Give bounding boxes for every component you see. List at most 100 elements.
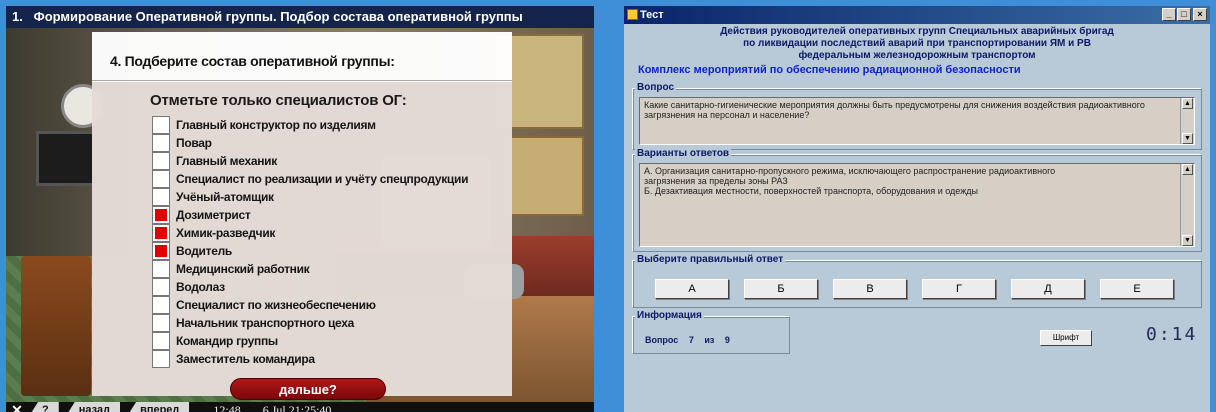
scroll-up-icon[interactable]: ▲	[1182, 98, 1193, 109]
option-item[interactable]: Химик-разведчик	[152, 224, 468, 242]
checkbox-mark-icon	[155, 209, 167, 221]
option-item[interactable]: Учёный-атомщик	[152, 188, 468, 206]
checkbox-mark-icon	[155, 227, 167, 239]
scene-chair	[21, 256, 91, 396]
progress-label: Вопрос	[645, 335, 679, 345]
option-label: Химик-разведчик	[176, 226, 276, 240]
progress-total: 9	[724, 335, 730, 345]
instruction-text: Отметьте только специалистов ОГ:	[150, 92, 407, 109]
option-checkbox[interactable]	[152, 134, 170, 152]
option-item[interactable]: Медицинский работник	[152, 260, 468, 278]
info-group: Информация Вопрос 7 из 9	[632, 310, 790, 354]
window-titlebar: Тест _ □ ×	[624, 6, 1210, 24]
option-checkbox[interactable]	[152, 296, 170, 314]
window-title: Тест	[640, 9, 664, 21]
countdown-timer: 0:14	[1146, 324, 1198, 345]
minimize-icon[interactable]: _	[1162, 8, 1176, 21]
option-label: Водолаз	[176, 280, 225, 294]
question-group: Вопрос Какие санитарно-гигиенические мер…	[632, 82, 1202, 150]
question-progress: Вопрос 7 из 9	[645, 335, 738, 345]
question-card: 4. Подберите состав оперативной группы: …	[92, 32, 512, 396]
font-button[interactable]: Шрифт	[1040, 330, 1092, 346]
header-line: по ликвидации последствий аварий при тра…	[743, 38, 1091, 49]
option-item[interactable]: Заместитель командира	[152, 350, 468, 368]
info-group-title: Информация	[635, 310, 704, 321]
test-window: Тест _ □ × Действия руководителей операт…	[624, 6, 1210, 412]
option-label: Медицинский работник	[176, 262, 310, 276]
option-item[interactable]: Главный конструктор по изделиям	[152, 116, 468, 134]
option-checkbox[interactable]	[152, 152, 170, 170]
choose-answer-title: Выберите правильный ответ	[635, 254, 786, 265]
option-item[interactable]: Главный механик	[152, 152, 468, 170]
question-scrollbar[interactable]: ▲ ▼	[1180, 98, 1194, 144]
option-checkbox[interactable]	[152, 188, 170, 206]
option-label: Заместитель командира	[176, 352, 315, 366]
test-header: Действия руководителей оперативных групп…	[624, 26, 1210, 62]
option-label: Командир группы	[176, 334, 278, 348]
option-item[interactable]: Специалист по жизнеобеспечению	[152, 296, 468, 314]
divider	[92, 80, 512, 81]
lesson-title: Формирование Оперативной группы. Подбор …	[33, 9, 523, 24]
header-line: Действия руководителей оперативных групп…	[720, 26, 1114, 37]
maximize-icon[interactable]: □	[1177, 8, 1191, 21]
option-checkbox[interactable]	[152, 278, 170, 296]
option-item[interactable]: Начальник транспортного цеха	[152, 314, 468, 332]
option-item[interactable]: Специалист по реализации и учёту спецпро…	[152, 170, 468, 188]
answer-buttons-row: А Б В Г Д Е	[655, 279, 1174, 299]
close-icon[interactable]: ✕	[6, 402, 28, 412]
back-button[interactable]: назад	[64, 402, 121, 412]
forward-button[interactable]: вперед	[126, 402, 190, 412]
section-title: Комплекс мероприятий по обеспечению ради…	[638, 64, 1021, 76]
option-checkbox[interactable]	[152, 224, 170, 242]
training-scene-panel: 1. Формирование Оперативной группы. Подб…	[6, 6, 594, 412]
specialist-options-list: Главный конструктор по изделиям Повар Глав…	[152, 116, 468, 368]
scroll-up-icon[interactable]: ▲	[1182, 164, 1193, 175]
progress-of: из	[704, 335, 715, 345]
option-label: Дозиметрист	[176, 208, 251, 222]
answer-button-d[interactable]: Д	[1011, 279, 1085, 299]
answer-line: А. Организация санитарно-пропускного реж…	[644, 166, 1056, 176]
option-item[interactable]: Дозиметрист	[152, 206, 468, 224]
option-checkbox[interactable]	[152, 332, 170, 350]
question-text: 4. Подберите состав оперативной группы:	[110, 53, 395, 69]
option-checkbox[interactable]	[152, 170, 170, 188]
scroll-down-icon[interactable]: ▼	[1182, 133, 1193, 144]
question-textbox[interactable]: Какие санитарно-гигиенические мероприяти…	[639, 97, 1195, 145]
option-checkbox[interactable]	[152, 116, 170, 134]
checkbox-mark-icon	[155, 245, 167, 257]
answer-button-g[interactable]: Г	[922, 279, 996, 299]
answer-button-b[interactable]: Б	[744, 279, 818, 299]
answer-button-v[interactable]: В	[833, 279, 907, 299]
answer-line: Б. Дезактивация местности, поверхностей …	[644, 186, 978, 196]
option-item[interactable]: Водолаз	[152, 278, 468, 296]
close-window-icon[interactable]: ×	[1193, 8, 1207, 21]
option-item[interactable]: Водитель	[152, 242, 468, 260]
answer-line: загрязнения за пределы зоны РАЗ	[644, 176, 788, 186]
option-checkbox[interactable]	[152, 242, 170, 260]
current-datetime: 6 Jul 21:25:40	[262, 402, 332, 412]
option-item[interactable]: Повар	[152, 134, 468, 152]
answer-button-a[interactable]: А	[655, 279, 729, 299]
help-button[interactable]: ?	[28, 402, 59, 412]
option-checkbox[interactable]	[152, 314, 170, 332]
option-item[interactable]: Командир группы	[152, 332, 468, 350]
question-group-title: Вопрос	[635, 82, 677, 93]
wall-map-2	[504, 136, 584, 216]
option-checkbox[interactable]	[152, 206, 170, 224]
option-checkbox[interactable]	[152, 350, 170, 368]
answers-scrollbar[interactable]: ▲ ▼	[1180, 164, 1194, 246]
option-checkbox[interactable]	[152, 260, 170, 278]
question-text: Какие санитарно-гигиенические мероприяти…	[644, 100, 1145, 120]
option-label: Начальник транспортного цеха	[176, 316, 354, 330]
answer-button-e[interactable]: Е	[1100, 279, 1174, 299]
option-label: Учёный-атомщик	[176, 190, 274, 204]
scroll-down-icon[interactable]: ▼	[1182, 235, 1193, 246]
answers-textbox[interactable]: А. Организация санитарно-пропускного реж…	[639, 163, 1195, 247]
scene-tv	[36, 131, 96, 186]
answers-group-title: Варианты ответов	[635, 148, 732, 159]
app-icon	[627, 9, 638, 20]
option-label: Водитель	[176, 244, 232, 258]
elapsed-time: 12:48	[213, 402, 241, 412]
next-button[interactable]: дальше?	[230, 378, 386, 400]
lesson-title-bar: 1. Формирование Оперативной группы. Подб…	[6, 6, 594, 28]
